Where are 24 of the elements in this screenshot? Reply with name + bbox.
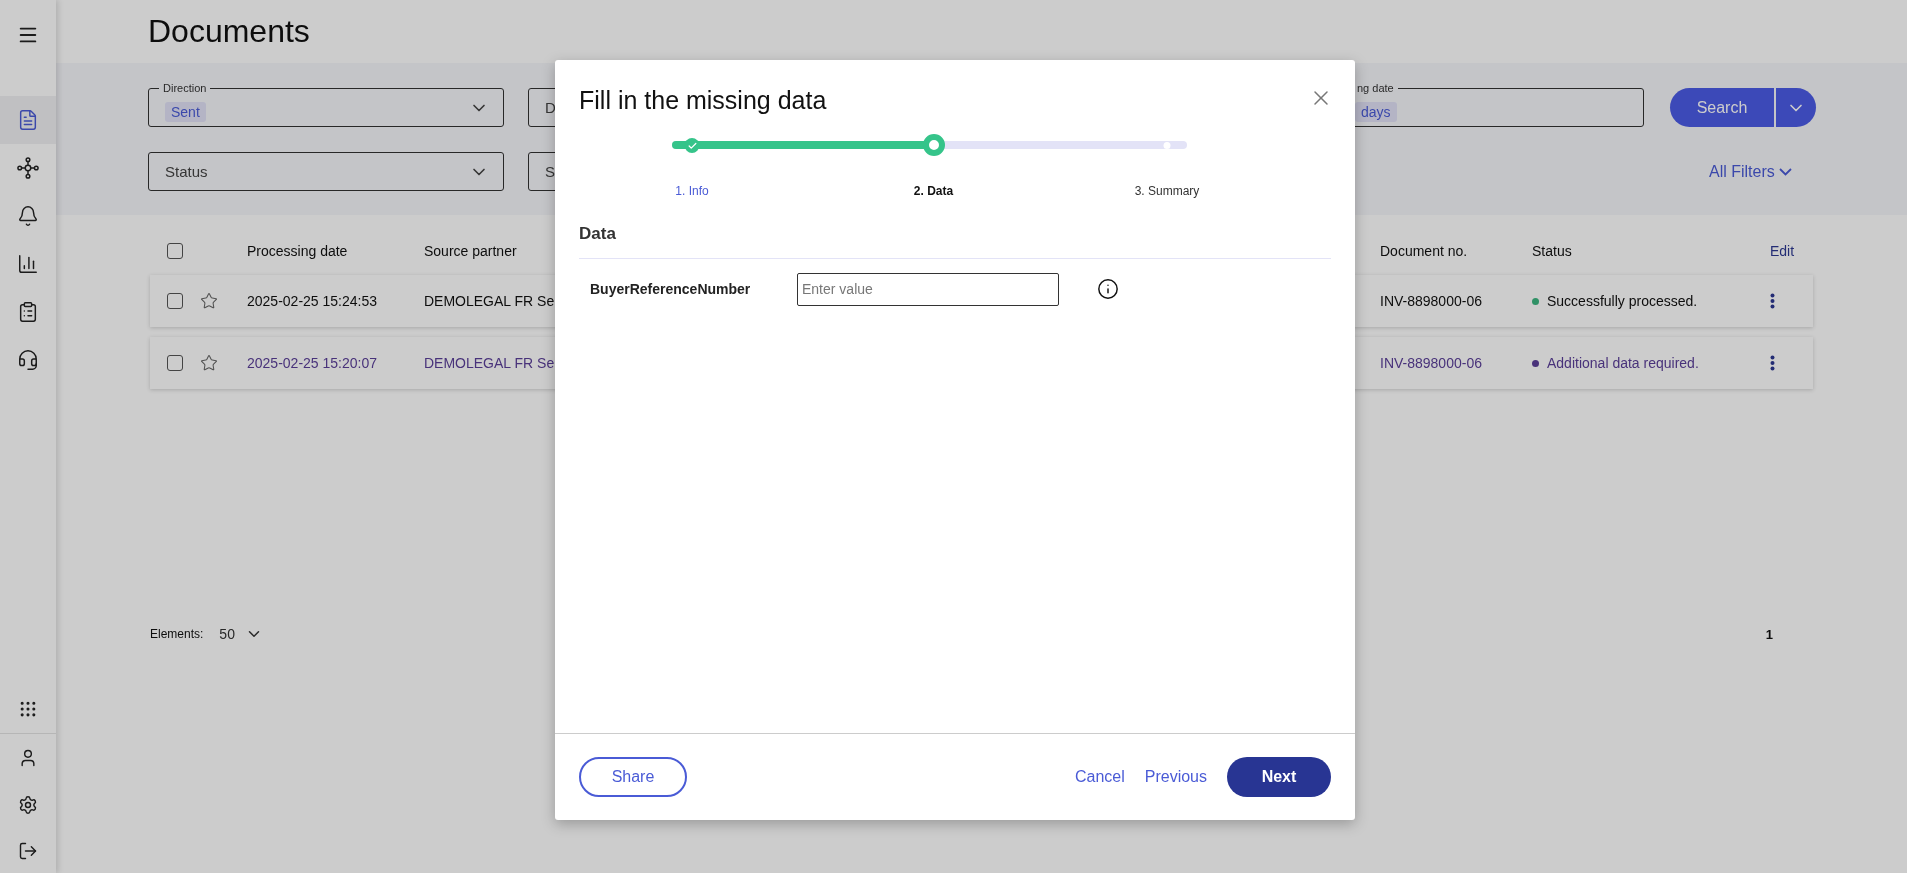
elements-label: Elements:	[150, 627, 204, 641]
field-placeholder: S	[545, 163, 555, 180]
page-title: Documents	[147, 12, 311, 51]
table-cell: DEMOLEGAL FR Se	[424, 355, 555, 371]
column-header: Processing date	[247, 243, 349, 259]
column-header: Status	[1532, 243, 1573, 259]
table-cell-text: INV-8898000-06	[1380, 355, 1483, 371]
filter-chip: days	[1355, 101, 1397, 122]
field-placeholder: Status	[165, 163, 208, 180]
status-text: Additional data required.	[1547, 355, 1699, 371]
column-header: Source partner	[424, 243, 518, 259]
table-cell-text: 2025-02-25 15:20:07	[247, 355, 378, 371]
filter-chip: Sent	[165, 101, 206, 122]
dialog-title: Fill in the missing data	[579, 86, 827, 115]
table-cell: DEMOLEGAL FR Se	[424, 293, 555, 309]
status-text: Successfully processed.	[1547, 293, 1698, 309]
section-heading: Data	[579, 224, 1331, 259]
table-cell-text: 2025-02-25 15:24:53	[247, 293, 378, 309]
column-header: Document no.	[1380, 243, 1469, 259]
field-label: BuyerReferenceNumber	[590, 281, 752, 297]
field-label: Direction	[159, 81, 211, 95]
field-placeholder: D	[545, 99, 556, 116]
field-label: ng date	[1353, 81, 1398, 95]
table-cell-text: INV-8898000-06	[1380, 293, 1483, 309]
